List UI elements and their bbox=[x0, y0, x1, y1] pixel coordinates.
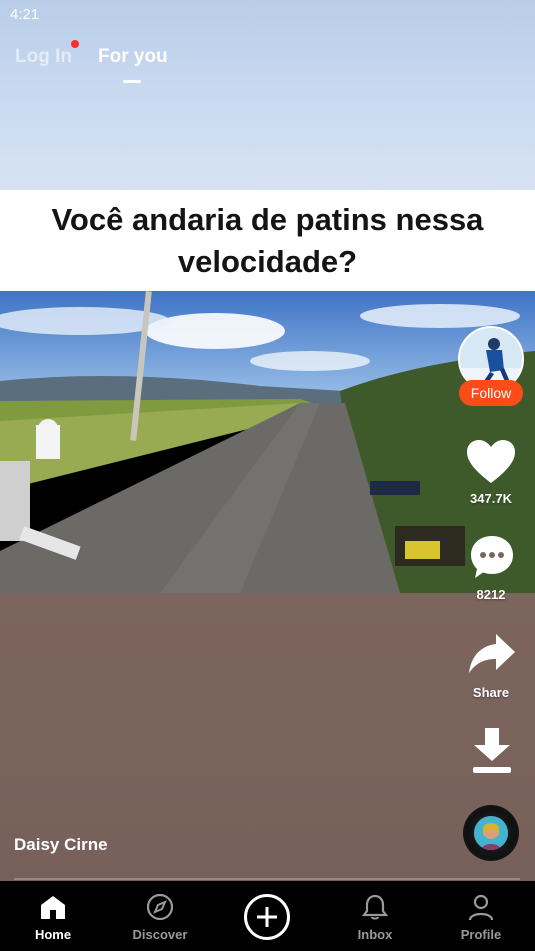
comment-icon[interactable] bbox=[469, 534, 515, 580]
status-time: 4:21 bbox=[10, 6, 40, 23]
sound-disc-avatar bbox=[474, 816, 508, 850]
likes-count: 347.7K bbox=[470, 491, 512, 506]
tab-for-you[interactable]: For you bbox=[98, 46, 168, 68]
compass-icon bbox=[146, 893, 174, 921]
nav-discover-label: Discover bbox=[132, 927, 188, 942]
bottom-nav: Home Discover Inbox Profile bbox=[0, 881, 535, 951]
plus-icon bbox=[257, 907, 277, 927]
nav-home[interactable]: Home bbox=[8, 881, 98, 951]
person-icon bbox=[468, 894, 494, 921]
caption-band: Você andaria de patins nessa velocidade? bbox=[0, 190, 535, 291]
home-icon bbox=[41, 896, 65, 919]
notification-dot bbox=[71, 40, 79, 48]
download-icon[interactable] bbox=[471, 727, 513, 775]
share-label: Share bbox=[472, 685, 510, 700]
nav-profile[interactable]: Profile bbox=[436, 881, 526, 951]
create-button[interactable] bbox=[244, 894, 290, 940]
heart-icon[interactable] bbox=[466, 439, 516, 485]
video-frame-image bbox=[0, 291, 535, 593]
author-name[interactable]: Daisy Cirne bbox=[14, 835, 108, 855]
nav-home-label: Home bbox=[34, 927, 72, 942]
follow-button[interactable]: Follow bbox=[459, 380, 523, 406]
video-scene[interactable] bbox=[0, 291, 535, 593]
tab-active-indicator bbox=[123, 80, 141, 83]
video-sky-top bbox=[0, 0, 535, 190]
comments-count: 8212 bbox=[476, 587, 506, 602]
sound-disc[interactable] bbox=[463, 805, 519, 861]
video-caption: Você andaria de patins nessa velocidade? bbox=[51, 201, 484, 279]
bell-icon bbox=[361, 894, 389, 920]
nav-profile-label: Profile bbox=[460, 927, 502, 942]
tab-log-in[interactable]: Log In bbox=[15, 46, 72, 68]
video-progress-bar[interactable] bbox=[14, 878, 520, 880]
nav-inbox[interactable]: Inbox bbox=[330, 881, 420, 951]
share-arrow-icon[interactable] bbox=[468, 632, 516, 674]
nav-inbox-label: Inbox bbox=[357, 927, 393, 942]
nav-discover[interactable]: Discover bbox=[115, 881, 205, 951]
